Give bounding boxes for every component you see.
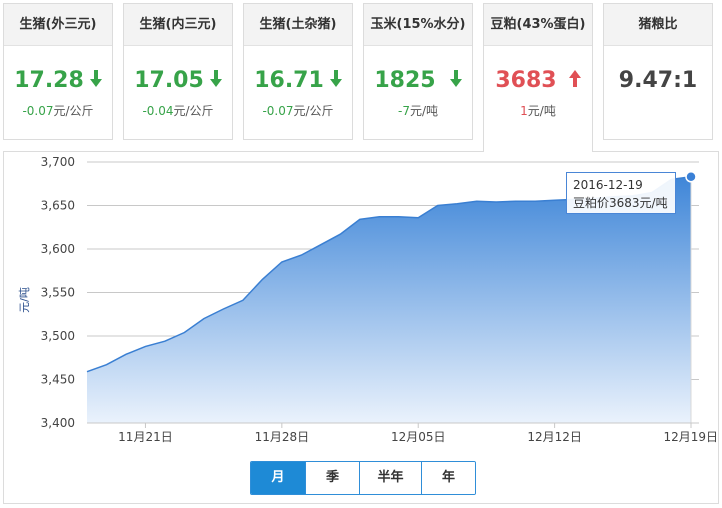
y-tick-label: 3,600 (41, 242, 75, 256)
x-tick-label: 12月12日 (527, 430, 582, 444)
change-value: 1 (520, 104, 528, 118)
tab-month[interactable]: 月 (251, 462, 305, 494)
card-price: 17.28 (4, 68, 112, 94)
card-pig-outer[interactable]: 生猪(外三元) 17.28 -0.07元/公斤 (3, 3, 113, 140)
y-tick-label: 3,400 (41, 416, 75, 430)
card-pig-inner[interactable]: 生猪(内三元) 17.05 -0.04元/公斤 (123, 3, 233, 140)
y-tick-label: 3,500 (41, 329, 75, 343)
tooltip-text: 豆粕价3683元/吨 (573, 196, 668, 210)
card-title: 生猪(外三元) (4, 4, 112, 46)
card-pig-local[interactable]: 生猪(土杂猪) 16.71 -0.07元/公斤 (243, 3, 353, 140)
change-unit: 元/公斤 (293, 104, 334, 118)
tab-quarter[interactable]: 季 (305, 462, 359, 494)
card-price: 16.71 (244, 68, 352, 94)
x-tick-label: 11月28日 (255, 430, 310, 444)
change-value: -0.04 (142, 104, 174, 118)
card-price: 3683 (484, 68, 592, 94)
card-soymeal[interactable]: 豆粕(43%蛋白) 3683 1元/吨 (483, 3, 593, 152)
arrow-down-icon (209, 68, 222, 94)
y-tick-label: 3,550 (41, 286, 75, 300)
chart-panel: 11月21日 11月28日 12月05日 12月12日 12月19日 3,400 3,45… (3, 151, 719, 504)
change-unit: 元/公斤 (53, 104, 94, 118)
arrow-down-icon (329, 68, 342, 94)
card-change: -0.07元/公斤 (244, 102, 352, 119)
card-title: 玉米(15%水分) (364, 4, 472, 46)
change-unit: 元/公斤 (173, 104, 214, 118)
x-tick-label: 12月05日 (391, 430, 446, 444)
x-tick-label: 12月19日 (663, 430, 718, 444)
tooltip-date: 2016-12-19 (573, 178, 643, 192)
change-value: -0.07 (22, 104, 54, 118)
x-tick-label: 11月21日 (118, 430, 173, 444)
change-value: -7 (397, 104, 410, 118)
price-value: 9.47:1 (618, 68, 698, 93)
change-unit: 元/吨 (409, 104, 438, 118)
card-title: 生猪(内三元) (124, 4, 232, 46)
card-title: 豆粕(43%蛋白) (484, 4, 592, 46)
y-tick-label: 3,700 (41, 155, 75, 169)
card-change: -0.04元/公斤 (124, 102, 232, 119)
y-axis-label: 元/吨 (18, 287, 31, 313)
tab-year[interactable]: 年 (421, 462, 475, 494)
price-value: 16.71 (254, 68, 324, 93)
price-value: 3683 (495, 68, 557, 93)
arrow-up-icon (568, 68, 581, 94)
change-value: -0.07 (262, 104, 294, 118)
period-tabs: 月 季 半年 年 (250, 461, 476, 495)
card-change: 1元/吨 (484, 102, 592, 119)
y-tick-label: 3,450 (41, 373, 75, 387)
card-corn[interactable]: 玉米(15%水分) 1825 -7元/吨 (363, 3, 473, 140)
price-value: 17.28 (14, 68, 84, 93)
card-change: -7元/吨 (364, 102, 472, 119)
price-cards: 生猪(外三元) 17.28 -0.07元/公斤 生猪(内三元) 17.05 -0… (0, 0, 722, 152)
arrow-down-icon (89, 68, 102, 94)
tab-half-year[interactable]: 半年 (359, 462, 421, 494)
chart-tooltip: 2016-12-19 豆粕价3683元/吨 (566, 172, 676, 214)
card-price: 1825 (364, 68, 472, 94)
card-price: 9.47:1 (604, 68, 712, 94)
arrow-down-icon (449, 68, 462, 94)
change-unit: 元/吨 (527, 104, 556, 118)
card-change: -0.07元/公斤 (4, 102, 112, 119)
price-value: 1825 (374, 68, 436, 93)
price-value: 17.05 (134, 68, 204, 93)
card-price: 17.05 (124, 68, 232, 94)
card-title: 猪粮比 (604, 4, 712, 46)
card-title: 生猪(土杂猪) (244, 4, 352, 46)
data-point[interactable] (685, 171, 697, 183)
card-pig-grain-ratio[interactable]: 猪粮比 9.47:1 (603, 3, 713, 140)
y-tick-label: 3,650 (41, 199, 75, 213)
